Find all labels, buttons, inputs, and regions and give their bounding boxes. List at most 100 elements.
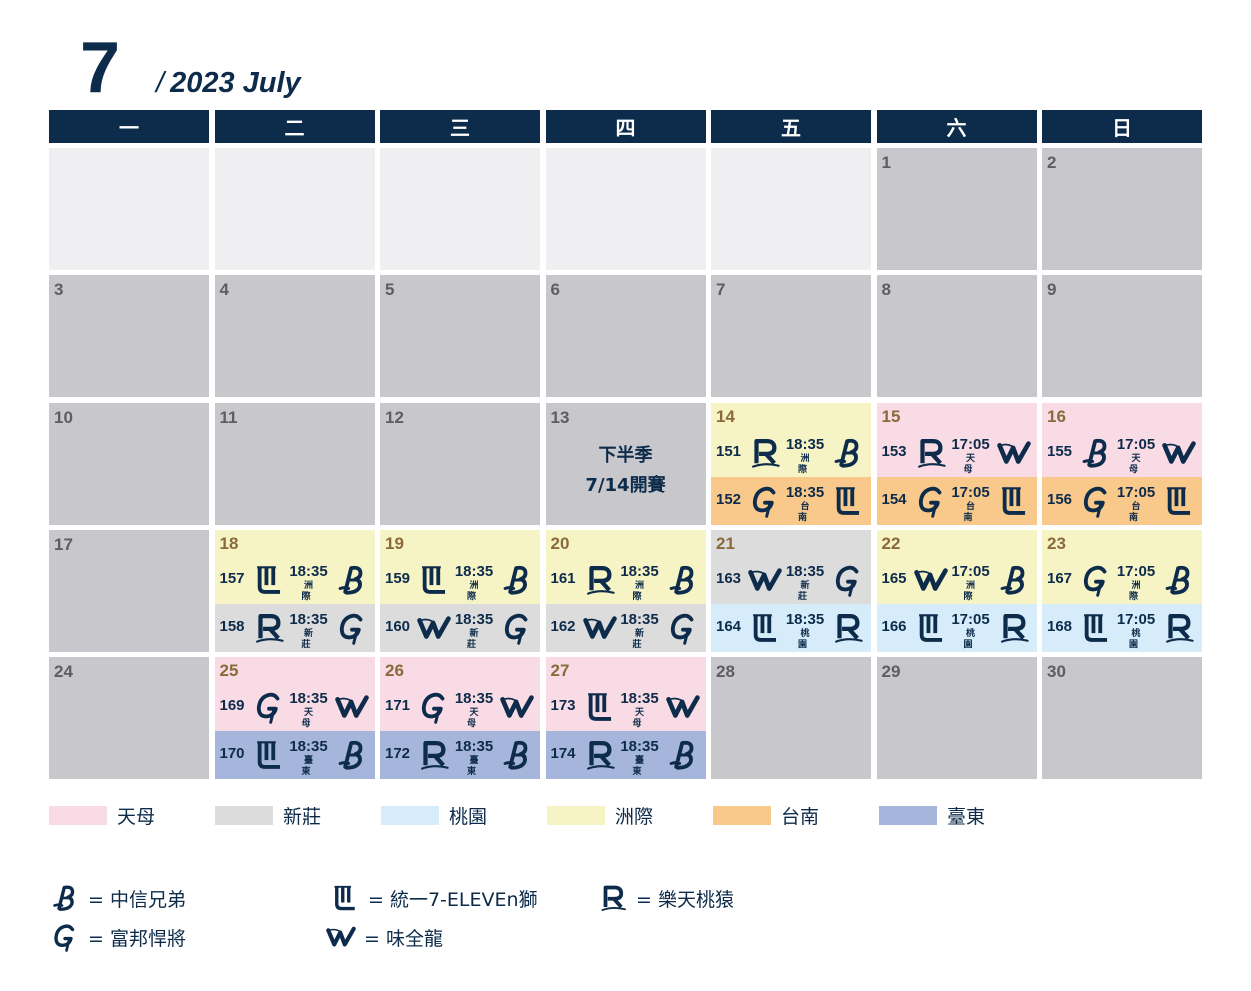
game-entry[interactable]: 155 17:05 天 母 [1042, 428, 1202, 477]
game-number: 167 [1047, 569, 1073, 587]
game-entry[interactable]: 160 18:35 新 莊 [380, 603, 540, 652]
game-number: 174 [550, 745, 576, 762]
brothers-logo-icon [335, 563, 369, 597]
game-time: 17:05 [951, 483, 990, 501]
day-cell-19: 159 18:35 洲 際 160 18:35 新 莊 19 [380, 529, 540, 652]
lions-logo-icon [1079, 611, 1113, 645]
lions-logo-icon [1162, 484, 1196, 518]
day-number: 13 [550, 407, 570, 427]
game-entry[interactable]: 158 18:35 新 莊 [214, 603, 375, 652]
game-time: 17:05 [951, 610, 990, 628]
weekday-sat: 六 [876, 110, 1037, 143]
legend-swatch [49, 805, 107, 825]
game-entry[interactable]: 163 18:35 新 莊 [711, 555, 871, 604]
day-number: 2 [1047, 153, 1057, 172]
game-number: 165 [881, 569, 907, 587]
game-entry[interactable]: 156 17:05 台 南 [1042, 476, 1202, 525]
team-key-item: = 統一7-ELEVEn獅 [330, 880, 538, 916]
empty-day-cell [49, 148, 209, 270]
game-venue: 桃 園 [1128, 628, 1146, 650]
game-venue: 桃 園 [797, 628, 815, 650]
game-venue: 臺 東 [301, 756, 318, 777]
month-year-text: 2023 July [170, 67, 301, 99]
game-entry[interactable]: 161 18:35 洲 際 [545, 555, 706, 604]
game-entry[interactable]: 162 18:35 新 莊 [545, 603, 706, 652]
game-time: 18:35 [620, 738, 659, 755]
dragons-logo-icon [913, 563, 948, 597]
game-number: 155 [1047, 442, 1073, 460]
game-entry[interactable]: 164 18:35 桃 園 [711, 603, 871, 652]
monkeys-logo-icon [417, 738, 451, 772]
legend-item-taitung: 臺東 [879, 803, 985, 828]
game-number: 168 [1047, 617, 1073, 635]
brothers-logo-icon [1079, 436, 1113, 470]
month-number: 7 [80, 28, 121, 108]
game-entry[interactable]: 169 18:35 天 母 [214, 683, 375, 731]
game-entry[interactable]: 157 18:35 洲 際 [214, 555, 375, 604]
brothers-logo-icon [997, 563, 1031, 597]
legend-swatch [547, 805, 605, 825]
game-time: 18:35 [289, 562, 328, 580]
game-entry[interactable]: 153 17:05 天 母 [876, 428, 1037, 477]
team-name: = 味全龍 [364, 927, 443, 950]
team-key: = 中信兄弟 = 統一7-ELEVEn獅 = 樂天桃猿 = 富邦悍將 = 味全龍 [50, 878, 850, 968]
game-number: 158 [219, 617, 245, 635]
game-venue: 臺 東 [632, 756, 649, 777]
team-key-item: = 中信兄弟 [50, 880, 186, 916]
game-venue: 洲 際 [797, 453, 815, 475]
legend-label: 新莊 [283, 805, 322, 828]
day-cell-27: 173 18:35 天 母 174 18:35 臺 東 27 [545, 657, 706, 779]
weekday-wed: 三 [380, 110, 540, 143]
brothers-logo-icon [500, 738, 534, 772]
game-number: 162 [550, 617, 576, 635]
day-number: 29 [881, 662, 901, 681]
brothers-logo-icon [1162, 563, 1196, 597]
guardians-logo-icon [1079, 563, 1113, 597]
day-number: 15 [881, 406, 901, 426]
game-entry[interactable]: 166 17:05 桃 園 [876, 603, 1037, 652]
day-cell-1: 1 [876, 148, 1037, 270]
game-entry[interactable]: 154 17:05 台 南 [876, 476, 1037, 525]
game-number: 164 [716, 617, 742, 635]
game-number: 151 [716, 442, 742, 460]
game-time: 17:05 [1116, 483, 1156, 501]
game-entry[interactable]: 168 17:05 桃 園 [1042, 603, 1202, 652]
game-time: 18:35 [289, 610, 328, 628]
game-entry[interactable]: 171 18:35 天 母 [380, 683, 540, 731]
game-time: 17:05 [951, 435, 990, 453]
game-entry[interactable]: 165 17:05 洲 際 [876, 555, 1037, 604]
team-name: = 統一7-ELEVEn獅 [368, 888, 538, 911]
day-cell-18: 157 18:35 洲 際 158 18:35 新 莊 18 [214, 529, 375, 652]
game-time: 17:05 [1116, 435, 1156, 453]
game-entry[interactable]: 151 18:35 洲 際 [711, 428, 871, 477]
game-number: 173 [550, 697, 576, 714]
day-number: 20 [550, 533, 570, 553]
month-separator: / [156, 67, 165, 99]
game-entry[interactable]: 159 18:35 洲 際 [380, 555, 540, 604]
day-number: 25 [219, 661, 239, 680]
monkeys-logo-icon [583, 563, 617, 597]
month-label: /2023 July [156, 66, 301, 100]
game-number: 169 [219, 697, 245, 714]
game-number: 163 [716, 569, 742, 587]
guardians-logo-icon [914, 484, 948, 518]
weekday-mon: 一 [49, 110, 209, 143]
game-entry[interactable]: 170 18:35 臺 東 [214, 731, 375, 779]
day-cell-26: 171 18:35 天 母 172 18:35 臺 東 26 [380, 657, 540, 779]
guardians-logo-icon [748, 484, 782, 518]
game-entry[interactable]: 174 18:35 臺 東 [545, 731, 706, 779]
game-entry[interactable]: 172 18:35 臺 東 [380, 731, 540, 779]
game-entry[interactable]: 173 18:35 天 母 [545, 683, 706, 731]
game-entry[interactable]: 152 18:35 台 南 [711, 476, 871, 525]
lions-logo-icon [330, 883, 360, 913]
game-entry[interactable]: 167 17:05 洲 際 [1042, 555, 1202, 604]
day-number: 4 [219, 280, 229, 300]
empty-day-cell [711, 148, 871, 270]
game-time: 18:35 [785, 483, 825, 501]
day-cell-12: 12 [380, 402, 540, 525]
day-number: 11 [219, 407, 238, 427]
legend-label: 桃園 [449, 805, 488, 828]
game-number: 171 [385, 697, 411, 714]
lions-logo-icon [583, 690, 617, 724]
game-number: 170 [219, 745, 245, 762]
